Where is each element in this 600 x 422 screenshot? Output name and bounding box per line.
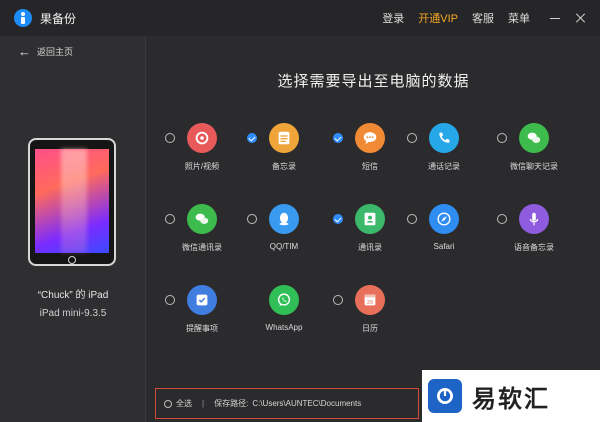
svg-text:29: 29 xyxy=(367,300,373,306)
data-item-voice-memo[interactable]: 语音备忘录 xyxy=(497,204,581,268)
menu-link[interactable]: 菜单 xyxy=(508,10,530,26)
watermark: 易软汇 xyxy=(422,370,600,422)
call-log-icon xyxy=(429,123,459,153)
item-label: QQ/TIM xyxy=(269,242,299,251)
select-all-radio[interactable] xyxy=(164,399,172,408)
back-home-button[interactable]: ← 返回主页 xyxy=(18,44,73,59)
vip-link[interactable]: 开通VIP xyxy=(418,10,458,26)
title-bar: 果备份 登录 开通VIP 客服 菜单 xyxy=(0,0,600,36)
voice-memo-icon xyxy=(519,204,549,234)
safari-icon xyxy=(429,204,459,234)
data-item-call-log[interactable]: 通话记录 xyxy=(407,123,491,187)
checkbox[interactable] xyxy=(333,295,343,305)
login-link[interactable]: 登录 xyxy=(382,10,404,26)
data-item-contacts[interactable]: 通讯录 xyxy=(333,204,417,268)
checkbox[interactable] xyxy=(497,133,507,143)
wechat-chat-icon xyxy=(519,123,549,153)
contacts-icon xyxy=(355,204,385,234)
item-label: Safari xyxy=(433,242,455,251)
reminders-icon xyxy=(187,285,217,315)
checkbox[interactable] xyxy=(165,214,175,224)
checkbox[interactable] xyxy=(333,214,343,224)
home-button-icon xyxy=(68,256,76,264)
data-item-safari[interactable]: Safari xyxy=(407,204,491,268)
item-label: 备忘录 xyxy=(272,162,296,171)
data-item-photos[interactable]: 照片/视频 xyxy=(165,123,249,187)
item-label: 提醒事项 xyxy=(186,324,218,333)
calendar-icon: 29 xyxy=(355,285,385,315)
select-all-label: 全选 xyxy=(176,399,192,408)
window-controls xyxy=(548,0,588,36)
item-label: 通讯录 xyxy=(358,243,382,252)
device-model: iPad mini-9.3.5 xyxy=(39,308,107,319)
sidebar: ← 返回主页 “Chuck” 的 iPad iPad mini-9.3.5 xyxy=(0,36,146,422)
notes-icon xyxy=(269,123,299,153)
checkbox[interactable] xyxy=(247,214,257,224)
main-panel: 选择需要导出至电脑的数据 照片/视频 备忘录 短信 通话记录 微信聊天记录 微信… xyxy=(147,36,600,422)
data-item-reminders[interactable]: 提醒事项 xyxy=(165,285,249,349)
app-title: 果备份 xyxy=(40,11,77,26)
ipad-screen xyxy=(35,149,109,253)
item-label: 微信聊天记录 xyxy=(510,162,558,171)
item-label: 照片/视频 xyxy=(184,162,220,171)
save-path-value[interactable]: C:\Users\AUNTEC\Documents xyxy=(252,399,361,408)
back-home-label: 返回主页 xyxy=(37,47,74,57)
checkbox[interactable] xyxy=(165,295,175,305)
whatsapp-icon xyxy=(269,285,299,315)
export-options-bar: 全选 | 保存路径: C:\Users\AUNTEC\Documents xyxy=(155,388,419,419)
save-path-label: 保存路径: xyxy=(214,399,249,408)
data-item-calendar[interactable]: 29 日历 xyxy=(333,285,417,349)
watermark-text: 易软汇 xyxy=(472,385,550,413)
data-item-messages[interactable]: 短信 xyxy=(333,123,417,187)
divider: | xyxy=(202,399,205,408)
data-item-wechat-chat[interactable]: 微信聊天记录 xyxy=(497,123,581,187)
watermark-logo-icon xyxy=(428,379,462,413)
minimize-icon[interactable] xyxy=(548,11,562,25)
messages-icon xyxy=(355,123,385,153)
data-item-whatsapp[interactable]: WhatsApp xyxy=(247,285,331,349)
checkbox[interactable] xyxy=(165,133,175,143)
item-label: WhatsApp xyxy=(265,323,303,332)
item-label: 短信 xyxy=(362,162,378,171)
photos-icon xyxy=(187,123,217,153)
app-logo-icon xyxy=(14,9,32,27)
service-link[interactable]: 客服 xyxy=(472,10,494,26)
arrow-left-icon: ← xyxy=(18,44,31,59)
checkbox[interactable] xyxy=(407,133,417,143)
qq-icon xyxy=(269,204,299,234)
wechat-contacts-icon xyxy=(187,204,217,234)
data-item-qq[interactable]: QQ/TIM xyxy=(247,204,331,268)
checkbox[interactable] xyxy=(247,133,257,143)
item-label: 语音备忘录 xyxy=(514,243,554,252)
checkbox[interactable] xyxy=(333,133,343,143)
checkbox[interactable] xyxy=(497,214,507,224)
select-all-toggle[interactable]: 全选 xyxy=(164,398,192,409)
item-label: 日历 xyxy=(362,324,378,333)
top-nav: 登录 开通VIP 客服 菜单 xyxy=(382,0,530,36)
close-icon[interactable] xyxy=(574,11,588,25)
item-label: 通话记录 xyxy=(428,162,460,171)
data-item-notes[interactable]: 备忘录 xyxy=(247,123,331,187)
device-name: “Chuck” 的 iPad xyxy=(37,290,109,301)
checkbox[interactable] xyxy=(407,214,417,224)
ipad-image xyxy=(28,138,116,266)
page-title: 选择需要导出至电脑的数据 xyxy=(277,73,470,90)
item-label: 微信通讯录 xyxy=(182,243,222,252)
data-item-wechat-contacts[interactable]: 微信通讯录 xyxy=(165,204,249,268)
